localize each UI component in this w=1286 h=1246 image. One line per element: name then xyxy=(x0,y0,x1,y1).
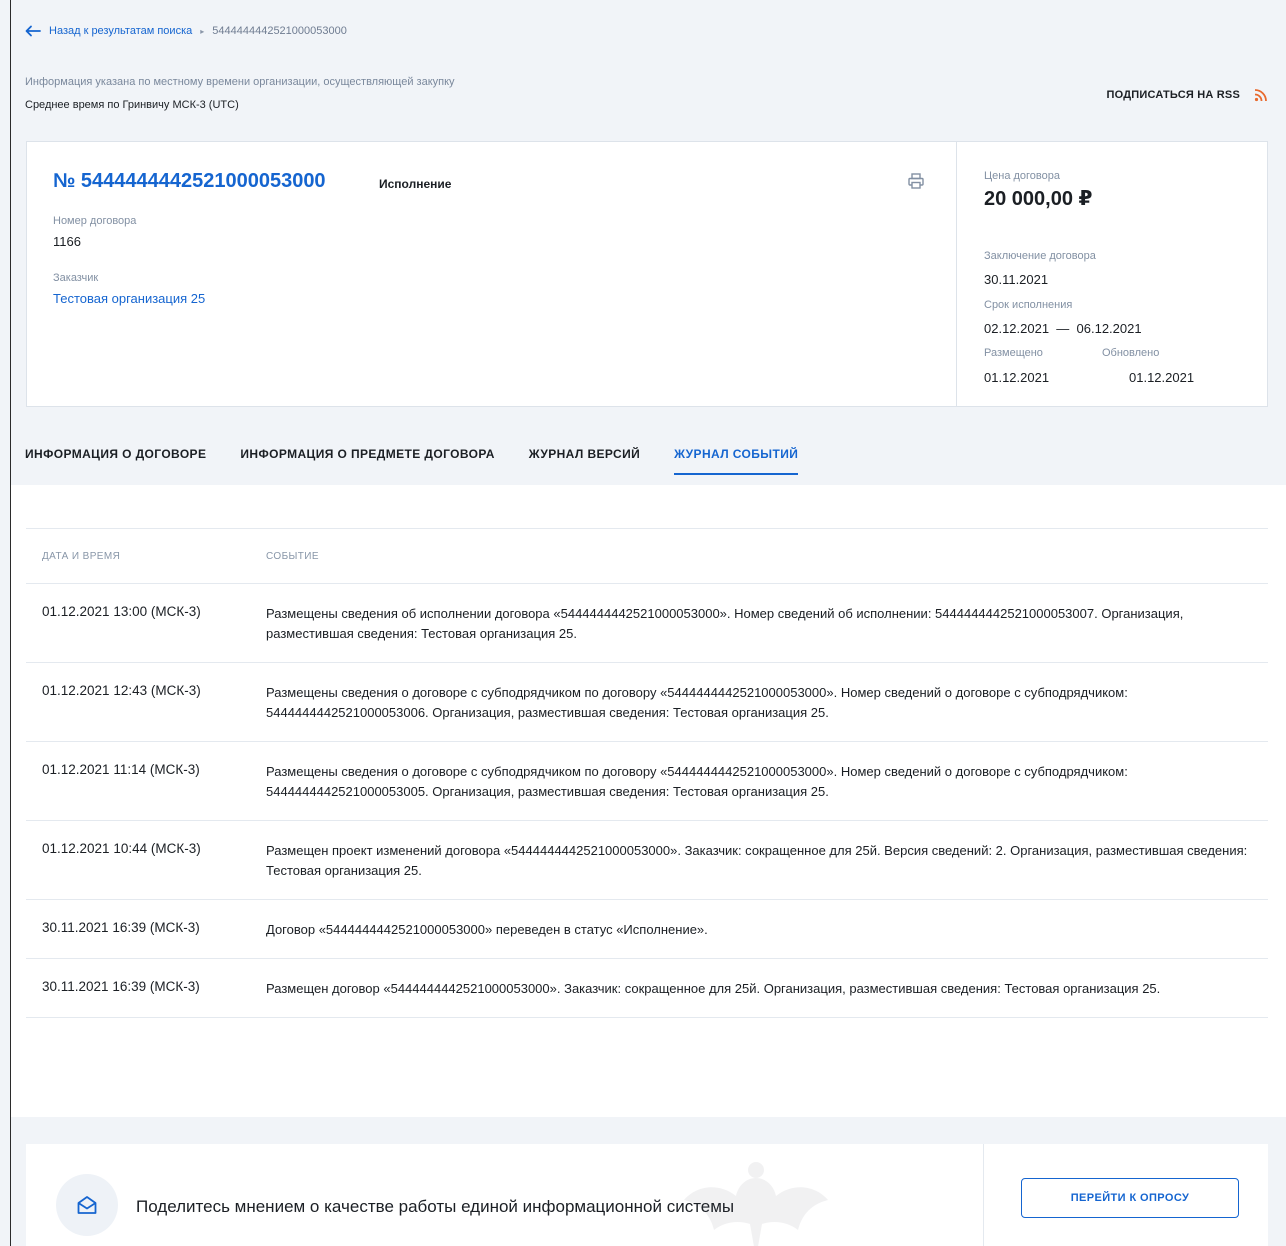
placed-date: 01.12.2021 xyxy=(984,370,1050,385)
feedback-banner: Поделитесь мнением о качестве работы еди… xyxy=(26,1144,1268,1246)
contract-registry-number: № 5444444442521000053000 xyxy=(53,170,326,192)
feedback-action: ПЕРЕЙТИ К ОПРОСУ xyxy=(984,1144,1268,1246)
price-value: 20 000,00 ₽ xyxy=(984,188,1093,210)
breadcrumb-separator-icon: ▸ xyxy=(200,26,205,36)
event-text: Размещены сведения о договоре с субподря… xyxy=(266,685,1128,720)
table-row: 30.11.2021 16:39 (МСК-3) Размещен догово… xyxy=(26,959,1268,1018)
subscribe-rss-button[interactable]: ПОДПИСАТЬСЯ НА RSS xyxy=(1107,88,1268,102)
contract-summary: Цена договора 20 000,00 ₽ Заключение дог… xyxy=(957,142,1267,406)
rss-icon xyxy=(1254,89,1267,102)
event-date: 01.12.2021 11:14 (МСК-3) xyxy=(42,762,200,777)
event-date: 01.12.2021 10:44 (МСК-3) xyxy=(42,841,201,856)
event-log-table: ДАТА И ВРЕМЯ СОБЫТИЕ 01.12.2021 13:00 (М… xyxy=(26,528,1268,1018)
table-header: ДАТА И ВРЕМЯ СОБЫТИЕ xyxy=(26,529,1268,584)
table-row: 01.12.2021 11:14 (МСК-3) Размещены сведе… xyxy=(26,742,1268,821)
tab-event-log[interactable]: ЖУРНАЛ СОБЫТИЙ xyxy=(674,447,799,475)
subscribe-rss-label: ПОДПИСАТЬСЯ НА RSS xyxy=(1106,89,1240,101)
page: Назад к результатам поиска ▸ 54444444425… xyxy=(10,0,1286,1246)
breadcrumb: Назад к результатам поиска ▸ 54444444425… xyxy=(25,25,347,37)
tab-contract-info[interactable]: ИНФОРМАЦИЯ О ДОГОВОРЕ xyxy=(25,447,206,475)
table-row: 30.11.2021 16:39 (МСК-3) Договор «544444… xyxy=(26,900,1268,959)
back-to-results-link[interactable]: Назад к результатам поиска xyxy=(25,25,192,37)
contract-main-info: № 5444444442521000053000 Исполнение Номе… xyxy=(27,142,957,406)
table-row: 01.12.2021 13:00 (МСК-3) Размещены сведе… xyxy=(26,584,1268,663)
event-date: 30.11.2021 16:39 (МСК-3) xyxy=(42,979,200,994)
term-label: Срок исполнения xyxy=(984,299,1073,311)
envelope-icon xyxy=(77,1196,97,1214)
placed-label: Размещено xyxy=(984,347,1043,359)
back-to-results-label: Назад к результатам поиска xyxy=(49,25,193,37)
column-header-event: СОБЫТИЕ xyxy=(266,550,319,562)
tab-bar: ИНФОРМАЦИЯ О ДОГОВОРЕ ИНФОРМАЦИЯ О ПРЕДМ… xyxy=(25,447,832,475)
tab-contract-subject[interactable]: ИНФОРМАЦИЯ О ПРЕДМЕТЕ ДОГОВОРА xyxy=(240,447,494,475)
contract-number-value: 1166 xyxy=(53,234,81,249)
timezone-note: Информация указана по местному времени о… xyxy=(25,76,455,88)
updated-label: Обновлено xyxy=(1102,347,1160,359)
table-row: 01.12.2021 12:43 (МСК-3) Размещены сведе… xyxy=(26,663,1268,742)
conclusion-label: Заключение договора xyxy=(984,250,1096,262)
event-log-panel: ДАТА И ВРЕМЯ СОБЫТИЕ 01.12.2021 13:00 (М… xyxy=(11,485,1286,1117)
status-badge: Исполнение xyxy=(379,177,452,191)
price-label: Цена договора xyxy=(984,170,1061,182)
contract-number-label: Номер договора xyxy=(53,215,137,227)
event-text: Размещены сведения о договоре с субподря… xyxy=(266,764,1128,799)
timezone-value: Среднее время по Гринвичу МСК-3 (UTC) xyxy=(25,99,239,111)
arrow-left-icon xyxy=(25,25,41,37)
printer-icon[interactable] xyxy=(907,172,925,190)
feedback-message: Поделитесь мнением о качестве работы еди… xyxy=(26,1144,984,1246)
table-row: 01.12.2021 10:44 (МСК-3) Размещен проект… xyxy=(26,821,1268,900)
event-text: Размещен договор «5444444442521000053000… xyxy=(266,981,1161,996)
term-value: 02.12.2021 — 06.12.2021 xyxy=(984,321,1142,336)
event-date: 01.12.2021 12:43 (МСК-3) xyxy=(42,683,201,698)
contract-card: № 5444444442521000053000 Исполнение Номе… xyxy=(26,141,1268,407)
conclusion-date: 30.11.2021 xyxy=(984,272,1049,287)
breadcrumb-current: 5444444442521000053000 xyxy=(212,25,347,37)
event-date: 30.11.2021 16:39 (МСК-3) xyxy=(42,920,200,935)
feedback-text: Поделитесь мнением о качестве работы еди… xyxy=(136,1197,735,1216)
customer-link[interactable]: Тестовая организация 25 xyxy=(53,291,205,306)
event-text: Договор «5444444442521000053000» перевед… xyxy=(266,922,708,937)
go-to-survey-button[interactable]: ПЕРЕЙТИ К ОПРОСУ xyxy=(1021,1178,1239,1218)
updated-date: 01.12.2021 xyxy=(1129,370,1195,385)
emblem-watermark-icon xyxy=(684,1162,828,1246)
tab-version-log[interactable]: ЖУРНАЛ ВЕРСИЙ xyxy=(529,447,640,475)
event-text: Размещены сведения об исполнении договор… xyxy=(266,606,1184,641)
customer-label: Заказчик xyxy=(53,272,99,284)
event-text: Размещен проект изменений договора «5444… xyxy=(266,843,1248,878)
event-date: 01.12.2021 13:00 (МСК-3) xyxy=(42,604,201,619)
column-header-date: ДАТА И ВРЕМЯ xyxy=(42,550,121,562)
